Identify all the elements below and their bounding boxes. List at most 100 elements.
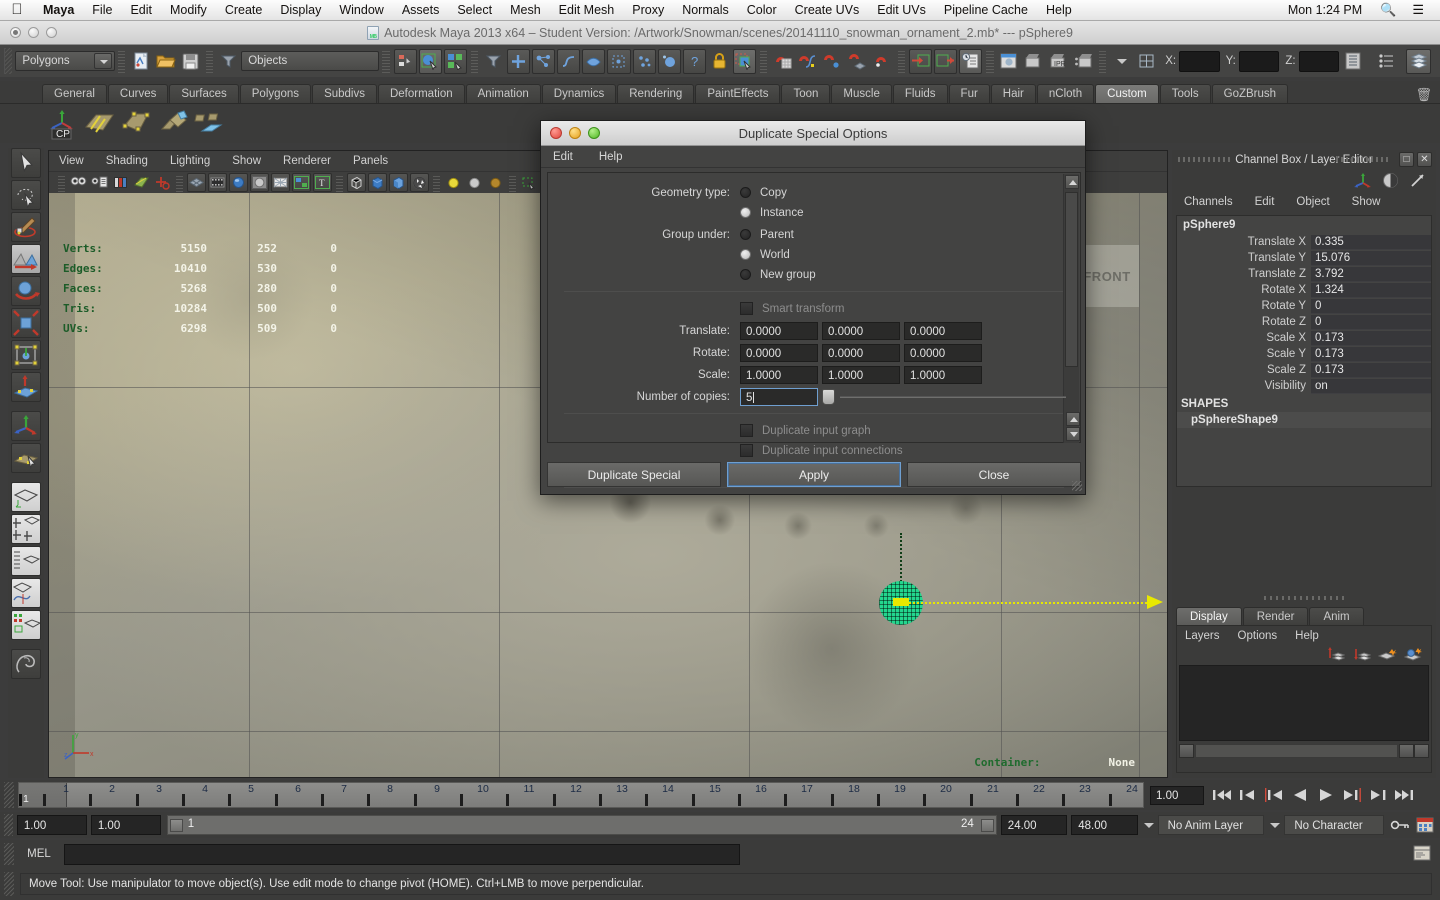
channel-value[interactable]: 0.335 [1311,234,1431,250]
step-forward-frame-icon[interactable] [1366,784,1390,806]
scroll-up-arrow-icon[interactable] [1066,412,1080,426]
range-slider-left-handle[interactable] [169,819,183,832]
selection-mode-dropdown[interactable]: Polygons [15,51,115,71]
film-gate-icon[interactable] [208,173,227,192]
lasso-select-tool[interactable] [11,180,41,210]
tab-display[interactable]: Display [1176,607,1242,625]
new-scene-icon[interactable] [129,49,152,74]
time-slider-grip[interactable] [4,782,14,808]
shelf-button-bevel-tool-icon[interactable] [83,107,116,140]
channel-value[interactable]: 3.792 [1311,266,1431,282]
shelf-tab-fluids[interactable]: Fluids [892,84,948,103]
2d-pan-zoom-icon[interactable] [153,173,172,192]
panel-drag-dots-left[interactable] [1178,157,1232,162]
channel-box-menu-edit[interactable]: Edit [1255,196,1275,208]
new-layer-from-selected-icon[interactable] [1352,646,1371,662]
channel-box-menu-channels[interactable]: Channels [1184,196,1233,208]
snap-to-grid-icon[interactable] [771,49,794,74]
safe-title-icon[interactable]: T [313,173,332,192]
y-input[interactable] [1238,50,1280,72]
dialog-resize-grip[interactable] [1072,481,1082,491]
channel-box-icon[interactable] [1354,172,1372,188]
shelf-tab-tools[interactable]: Tools [1159,84,1211,103]
move-manip-x-arrow[interactable] [1147,595,1163,609]
os-menu-item-display[interactable]: Display [271,0,330,21]
scale-tool[interactable] [11,308,41,338]
channel-row[interactable]: Translate Y 15.076 [1177,250,1431,266]
channel-value[interactable]: 1.324 [1311,282,1431,298]
os-menu-item-file[interactable]: File [83,0,121,21]
shelf-tab-dynamics[interactable]: Dynamics [541,84,617,103]
rotate-z-input[interactable]: 0.0000 [904,343,982,362]
duplicate-input-connections-checkbox[interactable] [740,444,753,457]
channel-box-list[interactable]: pSphere9 Translate X 0.335 Translate Y 15.… [1176,215,1432,487]
panel-splitter-dots[interactable] [1264,596,1346,600]
os-menu-item-mesh[interactable]: Mesh [501,0,550,21]
textured-icon[interactable] [410,173,429,192]
x-input[interactable] [1179,50,1220,72]
radio-world[interactable] [740,249,751,260]
scroll-next-button[interactable] [1414,743,1429,758]
panel-menu-shading[interactable]: Shading [106,155,148,167]
shelf-tab-custom[interactable]: Custom [1095,84,1159,103]
step-back-frame-icon[interactable] [1236,784,1260,806]
radio-copy[interactable] [740,187,751,198]
restore-icon[interactable]: □ [1399,152,1414,167]
auto-keyframe-icon[interactable] [1390,818,1410,832]
anim-layer-select[interactable]: No Anim Layer [1157,815,1265,835]
new-layer-icon[interactable] [1326,646,1345,662]
channel-box-shape-name[interactable]: pSphereShape9 [1177,412,1431,428]
mask-rendering-icon[interactable] [657,48,681,74]
shelf-tab-animation[interactable]: Animation [465,84,541,103]
script-editor-icon[interactable] [1412,844,1432,864]
trash-icon[interactable]: 🗑 [1415,87,1432,103]
scroll-thumb[interactable] [1195,743,1398,758]
os-menu-item-create[interactable]: Create [216,0,272,21]
close-button[interactable]: Close [907,462,1081,487]
shelf-tab-hair[interactable]: Hair [990,84,1036,103]
channel-value[interactable]: 0.173 [1311,346,1431,362]
play-forwards-icon[interactable] [1314,784,1338,806]
scale-z-input[interactable]: 1.0000 [904,365,982,384]
os-menu-item-help[interactable]: Help [1037,0,1081,21]
shelf-tab-curves[interactable]: Curves [107,84,169,103]
shelf-tab-fur[interactable]: Fur [948,84,990,103]
mask-dynamics-icon[interactable] [632,48,656,74]
animation-start-time-field[interactable]: 1.00 [16,815,87,835]
animation-preferences-icon[interactable] [1416,817,1434,833]
layer-shading-icon[interactable] [1378,646,1397,662]
z-input[interactable] [1298,50,1340,72]
component-select-mode-icon[interactable] [443,48,467,74]
shelf-button-split-polygon-icon[interactable] [120,107,153,140]
last-tool-used[interactable] [11,443,41,473]
channel-row[interactable]: Scale X 0.173 [1177,330,1431,346]
show-modeling-toolkit-icon[interactable] [1340,49,1365,74]
quick-select-field[interactable]: Objects [241,51,380,71]
anim-layer-dropdown-icon[interactable] [1140,815,1156,835]
layer-list[interactable] [1179,665,1429,741]
use-selected-lights-icon[interactable] [486,173,505,192]
persp-graph-layout[interactable] [11,578,41,608]
layer-menu-options[interactable]: Options [1238,630,1278,642]
safe-action-icon[interactable] [292,173,311,192]
channel-value[interactable]: 0.173 [1311,362,1431,378]
shelf-tab-gozbrush[interactable]: GoZBrush [1211,84,1289,103]
translate-y-input[interactable]: 0.0000 [822,321,900,340]
selection-mask-menu-icon[interactable] [217,49,240,74]
select-camera-icon[interactable] [69,173,88,192]
show-manip-tool[interactable] [11,411,41,441]
character-set-select[interactable]: No Character Set [1284,815,1384,852]
command-line-grip[interactable] [4,843,14,865]
open-scene-icon[interactable] [154,49,177,74]
os-menu-item-edit[interactable]: Edit [121,0,161,21]
shelf-tab-painteffects[interactable]: PaintEffects [695,84,781,103]
output-connections-icon[interactable] [934,48,958,74]
os-menu-item-assets[interactable]: Assets [393,0,449,21]
mask-misc-icon[interactable]: ? [682,48,706,74]
animation-end-time-field[interactable]: 48.00 [1071,815,1138,835]
number-of-copies-slider[interactable] [822,388,1066,406]
os-menu-item-window[interactable]: Window [330,0,392,21]
go-to-start-icon[interactable] [1210,784,1234,806]
render-current-frame-icon[interactable] [998,49,1021,74]
maya-embedded-language-icon[interactable] [11,649,41,679]
